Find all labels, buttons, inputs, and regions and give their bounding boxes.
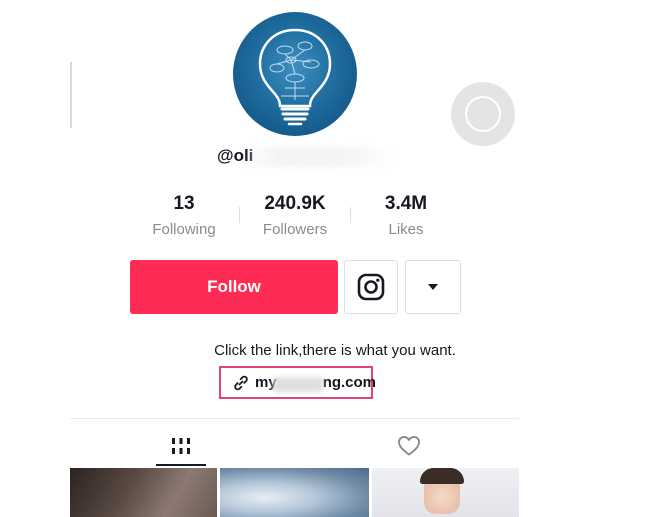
bio-link-suffix: ng.com [322,374,377,391]
stat-following-value: 13 [173,193,195,214]
instagram-button[interactable] [344,260,398,314]
heart-icon [398,436,420,456]
stat-following[interactable]: 13 Following [148,192,220,240]
window-edge [70,62,72,128]
floating-action-button[interactable] [451,82,515,146]
follow-button[interactable]: Follow [130,260,338,314]
lightbulb-icon [258,28,332,126]
link-redaction [273,377,323,392]
stat-followers-label: Followers [262,221,328,238]
tab-videos[interactable] [156,428,206,464]
person-hair [420,468,464,484]
video-thumbnail[interactable] [220,468,369,517]
tab-videos-active-indicator [156,464,206,466]
circle-icon [465,96,501,132]
videos-grid-icon [172,438,190,454]
bio-link[interactable]: my ng.com [219,366,377,399]
stat-followers[interactable]: 240.9K Followers [255,192,335,240]
stat-divider [350,207,351,223]
stat-following-label: Following [152,221,216,238]
stat-likes-value: 3.4M [384,193,428,214]
more-options-button[interactable] [405,260,461,314]
avatar[interactable] [233,12,357,136]
stat-likes[interactable]: 3.4M Likes [376,192,436,240]
video-thumbnail[interactable] [372,468,519,517]
video-thumbnail[interactable] [70,468,217,517]
instagram-icon [357,273,385,301]
caret-down-icon [428,284,438,290]
tabs-divider [70,418,519,419]
profile-bio: Click the link,there is what you want. [214,342,456,359]
username-redaction [248,147,390,167]
tab-liked[interactable] [384,428,434,464]
link-icon [234,375,248,390]
stat-likes-label: Likes [388,221,424,238]
stat-followers-value: 240.9K [264,193,326,214]
stat-divider [239,207,240,223]
